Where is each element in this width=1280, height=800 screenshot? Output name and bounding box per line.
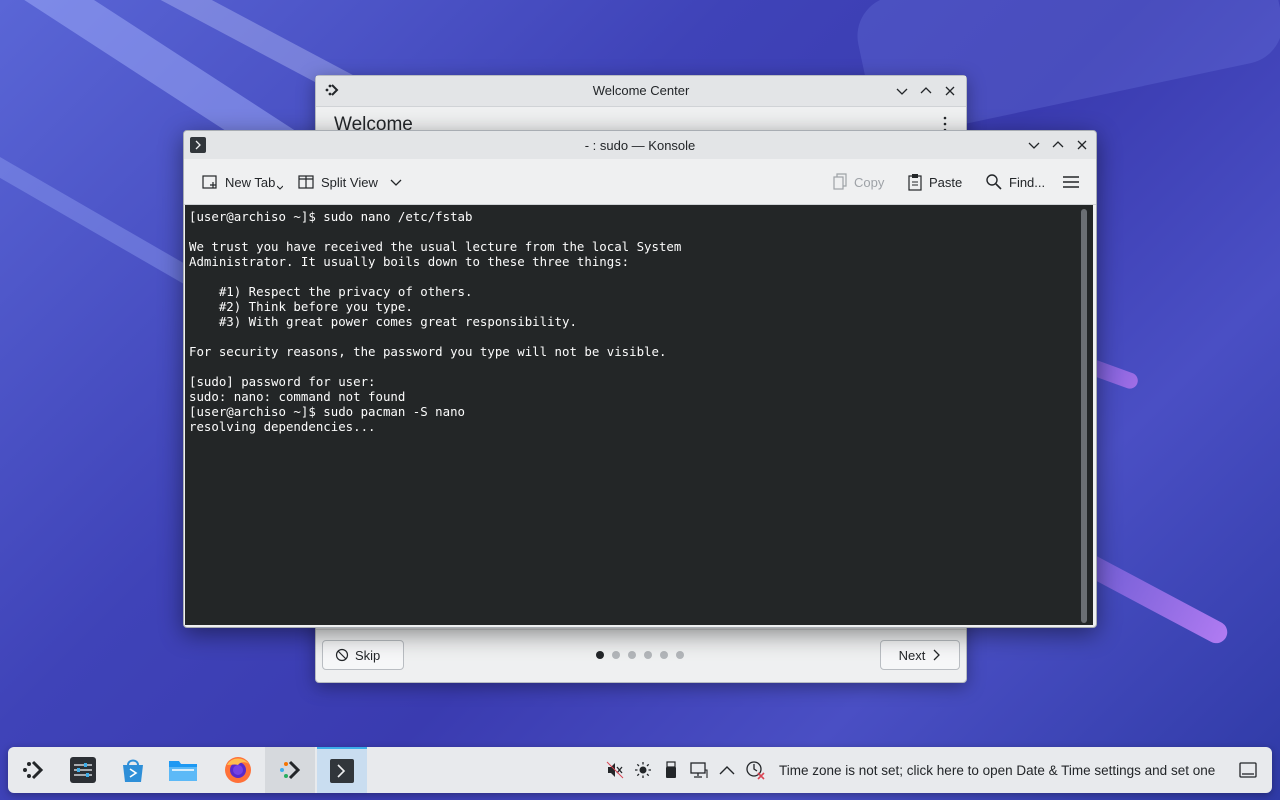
skip-label: Skip [355,647,381,663]
split-view-label: Split View [321,174,378,190]
taskbar: Time zone is not set; click here to open… [8,747,1272,793]
find-button[interactable]: Find... [985,171,1045,193]
firefox-icon [225,757,251,783]
minimize-button[interactable] [1024,135,1044,155]
welcome-center-icon [280,760,301,780]
page-dot[interactable] [660,651,668,659]
brightness-icon [635,762,651,778]
application-launcher-icon [23,760,44,780]
next-button[interactable]: Next [880,640,960,670]
konsole-titlebar[interactable]: - : sudo — Konsole [184,131,1096,159]
split-view-icon [298,175,314,189]
welcome-titlebar[interactable]: Welcome Center [316,76,966,107]
maximize-button[interactable] [1048,135,1068,155]
welcome-footer: Skip Next [316,629,966,682]
konsole-task[interactable] [317,747,367,793]
copy-label: Copy [854,174,885,190]
paste-button[interactable]: Paste [907,171,962,193]
terminal-output: [user@archiso ~]$ sudo nano /etc/fstab W… [189,209,682,434]
discover-store-button[interactable] [108,747,158,793]
chevron-down-icon[interactable] [390,176,402,188]
close-icon [1077,140,1087,150]
show-desktop-button[interactable] [1224,747,1272,793]
chevron-down-icon [896,88,908,95]
terminal-scrollbar[interactable] [1081,209,1087,623]
show-desktop-icon [1239,762,1257,778]
timezone-notice[interactable]: Time zone is not set; click here to open… [779,763,1215,778]
konsole-toolbar: New Tab Split View Copy Paste Find... [184,159,1096,205]
page-dot[interactable] [628,651,636,659]
chevron-right-icon [933,649,941,661]
volume-muted-button[interactable] [605,760,625,780]
maximize-button[interactable] [916,81,936,101]
chevron-up-icon [719,766,735,775]
split-view-button[interactable]: Split View [297,171,402,193]
volume-muted-icon [606,761,624,779]
clock-alert-icon [746,761,765,780]
network-button[interactable] [689,760,709,780]
network-icon [690,762,708,778]
system-settings-icon [70,757,96,783]
cancel-circle-icon [335,648,349,662]
page-indicator [596,651,684,659]
firefox-button[interactable] [213,747,263,793]
hamburger-menu-button[interactable] [1062,171,1080,193]
skip-button[interactable]: Skip [322,640,404,670]
chevron-up-icon [920,87,932,94]
copy-button[interactable]: Copy [832,171,884,193]
page-dot[interactable] [612,651,620,659]
usb-device-icon [666,761,676,778]
welcome-window-title: Welcome Center [592,83,690,98]
konsole-window-title: - : sudo — Konsole [584,138,696,153]
dolphin-files-icon [169,761,197,781]
page-dot[interactable] [676,651,684,659]
close-button[interactable] [940,81,960,101]
new-tab-label: New Tab [225,174,276,190]
new-tab-icon [202,175,217,189]
hamburger-menu-icon [1063,176,1079,188]
find-label: Find... [1009,174,1046,190]
chevron-down-icon [1028,142,1040,149]
terminal-view[interactable]: [user@archiso ~]$ sudo nano /etc/fstab W… [185,205,1093,625]
close-button[interactable] [1072,135,1092,155]
welcome-center-task[interactable] [265,747,315,793]
system-tray: Time zone is not set; click here to open… [601,747,1215,793]
konsole-window[interactable]: - : sudo — Konsole New Tab Split View Co… [183,130,1097,628]
page-dot[interactable] [596,651,604,659]
next-label: Next [898,647,926,663]
minimize-button[interactable] [892,81,912,101]
show-hidden-icons-button[interactable] [717,760,737,780]
usb-device-button[interactable] [661,760,681,780]
new-tab-button[interactable]: New Tab [201,171,284,193]
close-icon [945,86,955,96]
discover-store-icon [123,759,143,782]
application-launcher-button[interactable] [8,747,58,793]
brightness-button[interactable] [633,760,653,780]
clock-alert-button[interactable] [745,760,765,780]
system-settings-button[interactable] [58,747,108,793]
konsole-icon [330,759,354,783]
dolphin-files-button[interactable] [158,747,208,793]
page-dot[interactable] [644,651,652,659]
chevron-up-icon [1052,141,1064,148]
paste-label: Paste [929,174,963,190]
copy-icon [833,173,847,190]
dropdown-arrow-icon [277,185,284,190]
paste-icon [908,174,922,191]
search-icon [986,174,1002,190]
